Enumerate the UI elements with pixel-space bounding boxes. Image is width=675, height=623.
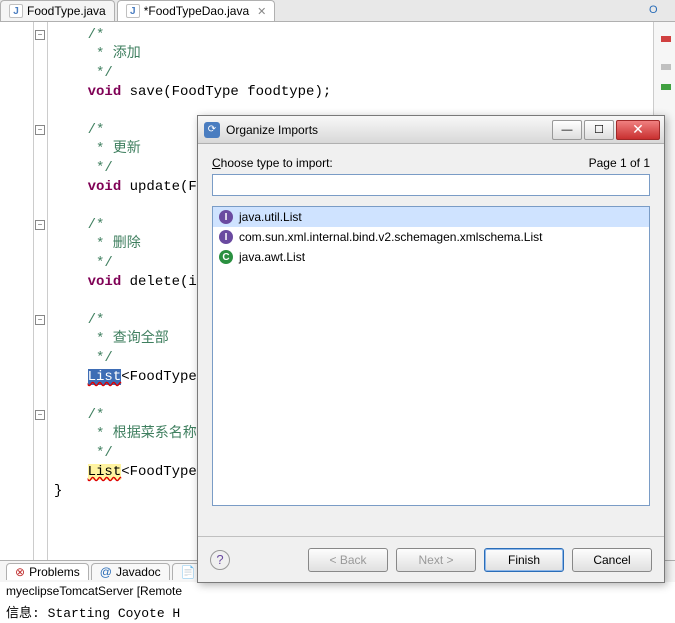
- task-marker[interactable]: [661, 84, 671, 90]
- cancel-button[interactable]: Cancel: [572, 548, 652, 572]
- tab-foodtypedao[interactable]: J *FoodTypeDao.java ✕: [117, 0, 276, 21]
- fold-toggle[interactable]: −: [35, 30, 45, 40]
- dialog-titlebar[interactable]: ⟳ Organize Imports — ☐ ✕: [198, 116, 664, 144]
- import-option[interactable]: Cjava.awt.List: [213, 247, 649, 267]
- console-output: 信息: Starting Coyote H: [0, 600, 675, 623]
- finish-button[interactable]: Finish: [484, 548, 564, 572]
- tab-label: *FoodTypeDao.java: [144, 4, 249, 18]
- maximize-button[interactable]: ☐: [584, 120, 614, 140]
- import-option[interactable]: Icom.sun.xml.internal.bind.v2.schemagen.…: [213, 227, 649, 247]
- import-option-label: java.awt.List: [239, 250, 305, 264]
- problems-tab[interactable]: ⊗ Problems: [6, 563, 89, 580]
- tab-label: FoodType.java: [27, 4, 106, 18]
- java-file-icon: J: [9, 4, 23, 18]
- left-ruler: [0, 22, 34, 560]
- close-icon[interactable]: ✕: [257, 5, 266, 18]
- dialog-button-bar: ? < Back Next > Finish Cancel: [198, 536, 664, 582]
- import-options-list[interactable]: Ijava.util.ListIcom.sun.xml.internal.bin…: [212, 206, 650, 506]
- interface-icon: I: [219, 230, 233, 244]
- minimize-button[interactable]: —: [552, 120, 582, 140]
- back-button[interactable]: < Back: [308, 548, 388, 572]
- javadoc-icon: @: [100, 565, 112, 579]
- editor-tabbar: J FoodType.java J *FoodTypeDao.java ✕: [0, 0, 675, 22]
- help-button[interactable]: ?: [210, 550, 230, 570]
- fold-toggle[interactable]: −: [35, 315, 45, 325]
- interface-icon: I: [219, 210, 233, 224]
- import-option-label: java.util.List: [239, 210, 302, 224]
- problems-icon: ⊗: [15, 565, 25, 579]
- declaration-icon: 📄: [181, 565, 196, 579]
- dialog-title: Organize Imports: [226, 123, 550, 137]
- prompt-label: Choose type to import:: [212, 156, 333, 170]
- close-button[interactable]: ✕: [616, 120, 660, 140]
- page-indicator: Page 1 of 1: [589, 156, 650, 170]
- class-icon: C: [219, 250, 233, 264]
- dialog-body: Choose type to import: Page 1 of 1 Ijava…: [198, 144, 664, 536]
- fold-toggle[interactable]: −: [35, 410, 45, 420]
- import-option-label: com.sun.xml.internal.bind.v2.schemagen.x…: [239, 230, 542, 244]
- tab-label: Javadoc: [116, 565, 161, 579]
- fold-toggle[interactable]: −: [35, 125, 45, 135]
- organize-imports-dialog: ⟳ Organize Imports — ☐ ✕ Choose type to …: [197, 115, 665, 583]
- fold-ruler: − − − − −: [34, 22, 48, 560]
- tab-label: Problems: [29, 565, 80, 579]
- filter-input[interactable]: [212, 174, 650, 196]
- javadoc-tab[interactable]: @ Javadoc: [91, 563, 170, 580]
- tab-foodtype[interactable]: J FoodType.java: [0, 0, 115, 21]
- dialog-icon: ⟳: [204, 122, 220, 138]
- error-marker[interactable]: [661, 36, 671, 42]
- launch-label: myeclipseTomcatServer [Remote: [0, 582, 675, 600]
- java-file-icon: J: [126, 4, 140, 18]
- import-option[interactable]: Ijava.util.List: [213, 207, 649, 227]
- bookmark-marker[interactable]: [661, 64, 671, 70]
- fold-toggle[interactable]: −: [35, 220, 45, 230]
- outline-view-hint: O: [647, 0, 675, 20]
- next-button[interactable]: Next >: [396, 548, 476, 572]
